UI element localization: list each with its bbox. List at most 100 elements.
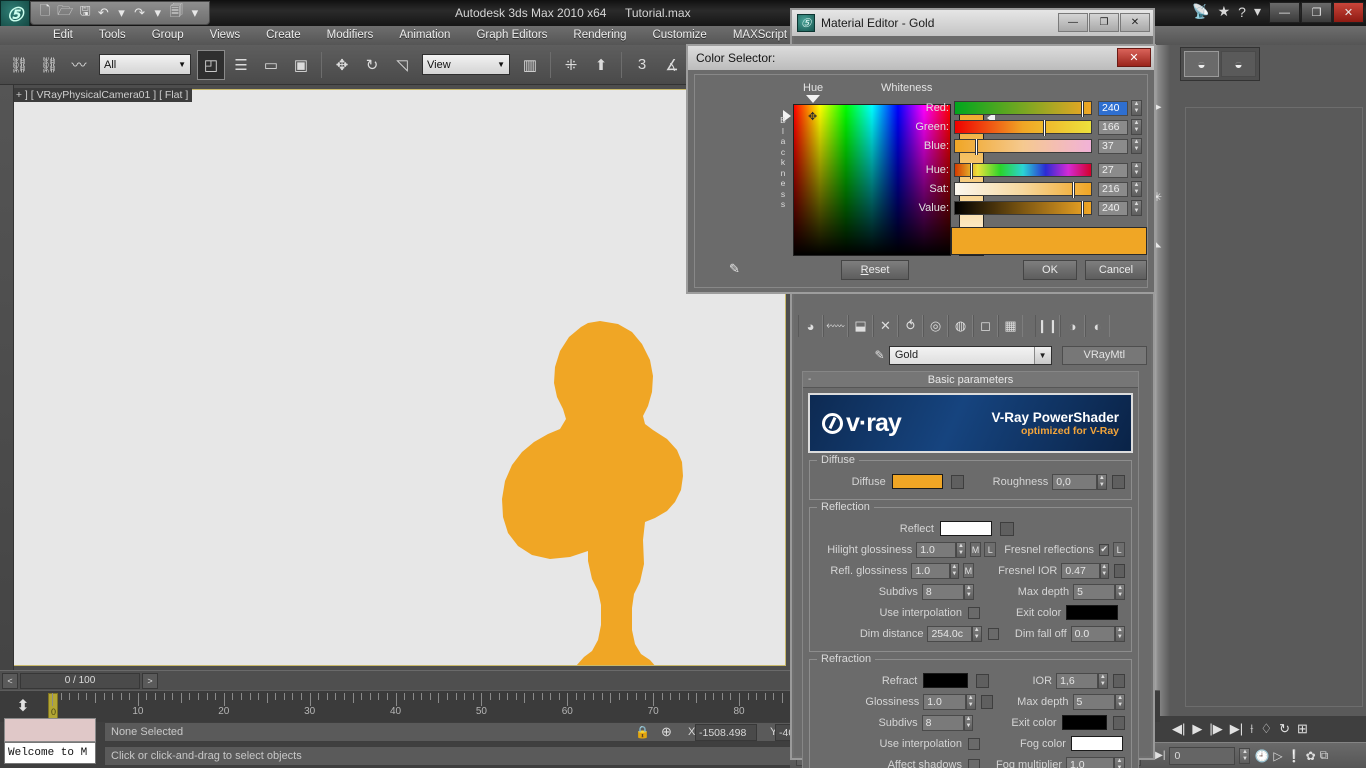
channel-slider-handle[interactable] — [975, 139, 979, 155]
me-minimize-button[interactable]: — — [1058, 13, 1088, 32]
hilight-glossiness-map-button[interactable]: M — [969, 542, 982, 557]
hilight-glossiness-spinner[interactable]: ▲ ▼ — [956, 541, 966, 558]
reflection-use-interpolation-checkbox[interactable] — [968, 606, 980, 619]
color-selector-close-button[interactable]: ✕ — [1117, 48, 1151, 67]
channel-slider[interactable] — [954, 101, 1092, 117]
channel-slider-handle[interactable] — [1043, 120, 1047, 136]
dim-distance-field[interactable]: 254.0c — [927, 625, 972, 642]
menu-item-rendering[interactable]: Rendering — [560, 26, 639, 45]
material-type-button[interactable]: VRayMtl — [1061, 345, 1147, 365]
dim-falloff-spinner[interactable]: ▲ ▼ — [1114, 625, 1125, 642]
select-object-icon[interactable]: ◰ — [197, 49, 225, 80]
x-coord-field[interactable]: -1508.498 — [695, 724, 757, 741]
redo-dropdown-icon[interactable]: ▾ — [152, 5, 164, 21]
refraction-max-depth-spinner[interactable]: ▲ ▼ — [1115, 693, 1126, 710]
channel-value-field[interactable]: 27 — [1098, 162, 1128, 178]
menu-item-create[interactable]: Create — [253, 26, 314, 45]
go-to-parent-icon[interactable]: ◑ — [1060, 315, 1085, 337]
refraction-glossiness-field[interactable]: 1.0 — [923, 693, 966, 710]
color-selector-title-bar[interactable]: Color Selector: ✕ — [688, 46, 1154, 70]
channel-spinner[interactable]: ▲ ▼ — [1131, 181, 1142, 197]
channel-slider[interactable] — [954, 120, 1092, 136]
select-by-name-icon[interactable]: ☰ — [227, 50, 255, 80]
select-and-place-icon[interactable]: ⟊ — [1250, 721, 1253, 737]
orbit-icon[interactable]: ✿ — [1306, 749, 1316, 763]
roughness-map-button[interactable] — [1111, 474, 1125, 489]
reference-coordinate-system-dropdown[interactable]: View ▼ — [422, 54, 510, 75]
refraction-exit-color-swatch[interactable] — [1061, 715, 1107, 730]
channel-value-field[interactable]: 240 — [1098, 200, 1128, 216]
use-pivot-point-center-icon[interactable]: ▥ — [516, 50, 544, 80]
frame-spinner[interactable]: ▲ ▼ — [1239, 747, 1251, 764]
previous-frame-button[interactable]: < — [2, 672, 18, 689]
save-file-icon[interactable]: 🖫 — [79, 3, 91, 21]
maximize-button[interactable]: ❐ — [1301, 2, 1332, 23]
assign-material-to-selection-icon[interactable]: ⬓ — [848, 315, 873, 337]
refraction-subdivs-spinner[interactable]: ▲ ▼ — [963, 714, 974, 731]
quick-access-toolbar[interactable]: 🗋 🗁 🖫 ↶ ▾ ↷ ▾ 🗐 ▾ — [30, 1, 210, 25]
refraction-use-interpolation-checkbox[interactable] — [968, 737, 980, 750]
help-icon[interactable]: ? — [1238, 4, 1246, 20]
cancel-button[interactable]: Cancel — [1085, 260, 1147, 280]
channel-spinner[interactable]: ▲ ▼ — [1131, 100, 1142, 116]
frame-navigation-bar[interactable]: < 0 / 100 > — [0, 670, 790, 690]
teapot-extended-icon[interactable]: ◒ — [1221, 51, 1256, 77]
channel-spinner[interactable]: ▲ ▼ — [1131, 138, 1142, 154]
fresnel-ior-map-button[interactable] — [1113, 563, 1125, 578]
play-animation-icon[interactable]: ▷ — [1273, 749, 1282, 763]
set-key-toggle-icon[interactable]: ⬍ — [6, 694, 40, 718]
make-material-copy-icon[interactable]: ⥀ — [898, 315, 923, 337]
next-frame-button[interactable]: > — [142, 672, 158, 689]
channel-spinner[interactable]: ▲ ▼ — [1131, 162, 1142, 178]
material-effects-channel-icon[interactable]: ◻ — [973, 315, 998, 337]
chevron-down-icon[interactable]: ▼ — [1033, 346, 1051, 364]
communication-center-icon[interactable]: 📡 — [1192, 3, 1209, 20]
ior-field[interactable]: 1,6 — [1056, 672, 1098, 689]
refraction-max-depth-field[interactable]: 5 — [1072, 693, 1116, 710]
channel-slider[interactable] — [954, 182, 1092, 198]
unlink-selection-icon[interactable]: ⛓ — [35, 50, 63, 80]
me-close-button[interactable]: ✕ — [1120, 13, 1150, 32]
maximize-viewport-icon[interactable]: ⧉ — [1320, 748, 1329, 763]
refraction-glossiness-spinner[interactable]: ▲ ▼ — [965, 693, 976, 710]
percent-snap-icon[interactable]: ♢ — [1260, 721, 1272, 737]
reflection-subdivs-spinner[interactable]: ▲ ▼ — [963, 583, 974, 600]
menu-item-graph-editors[interactable]: Graph Editors — [463, 26, 560, 45]
favorites-star-icon[interactable]: ★ — [1218, 3, 1231, 20]
window-crossing-icon[interactable]: ▣ — [287, 50, 315, 80]
channel-slider-handle[interactable] — [1081, 101, 1085, 117]
make-unique-icon[interactable]: ◎ — [923, 315, 948, 337]
teapot-standard-icon[interactable]: ◒ — [1184, 51, 1219, 77]
menu-item-animation[interactable]: Animation — [386, 26, 463, 45]
fog-multiplier-field[interactable]: 1.0 — [1066, 756, 1115, 768]
redo-icon[interactable]: ↷ — [134, 5, 146, 21]
dim-distance-spinner[interactable]: ▲ ▼ — [971, 625, 982, 642]
menu-bar[interactable]: Edit Tools Group Views Create Modifiers Animat… — [0, 26, 1366, 45]
object-type-buttons[interactable]: ◒ ◒ — [1180, 47, 1260, 81]
go-to-end-icon[interactable]: ▶| — [1230, 721, 1243, 737]
time-slider[interactable]: 0 — [48, 693, 58, 721]
reflect-map-button[interactable] — [1000, 521, 1014, 536]
help-icon-group[interactable]: 📡 ★? ▾ — [1192, 3, 1261, 20]
fresnel-ior-spinner[interactable]: ▲ ▼ — [1099, 562, 1109, 579]
go-forward-to-sibling-icon[interactable]: ◐ — [1085, 315, 1110, 337]
menu-item-maxscript[interactable]: MAXScript — [720, 26, 800, 45]
statue-object[interactable] — [5, 90, 785, 726]
hilight-glossiness-field[interactable]: 1.0 — [916, 541, 957, 558]
key-step-icon[interactable]: ❕ — [1287, 749, 1302, 763]
fog-color-swatch[interactable] — [1070, 736, 1123, 751]
roughness-field[interactable]: 0,0 — [1052, 473, 1097, 490]
menu-item-customize[interactable]: Customize — [639, 26, 719, 45]
select-and-scale-icon[interactable]: ◹ — [388, 50, 416, 80]
reflection-max-depth-spinner[interactable]: ▲ ▼ — [1115, 583, 1125, 600]
channel-value-field[interactable]: 240 — [1098, 100, 1128, 116]
qat-dropdown-icon[interactable]: ▾ — [189, 5, 201, 21]
hilight-glossiness-lock-button[interactable]: L — [984, 542, 997, 557]
roughness-spinner[interactable]: ▲ ▼ — [1096, 473, 1107, 490]
ior-spinner[interactable]: ▲ ▼ — [1097, 672, 1108, 689]
refraction-glossiness-map-button[interactable] — [980, 694, 994, 709]
hue-marker-top[interactable] — [806, 95, 820, 103]
basic-parameters-header[interactable]: - Basic parameters — [803, 372, 1138, 388]
reset-map-material-icon[interactable]: ✕ — [873, 315, 898, 337]
lock-selection-icon[interactable]: 🔒 — [635, 725, 650, 739]
